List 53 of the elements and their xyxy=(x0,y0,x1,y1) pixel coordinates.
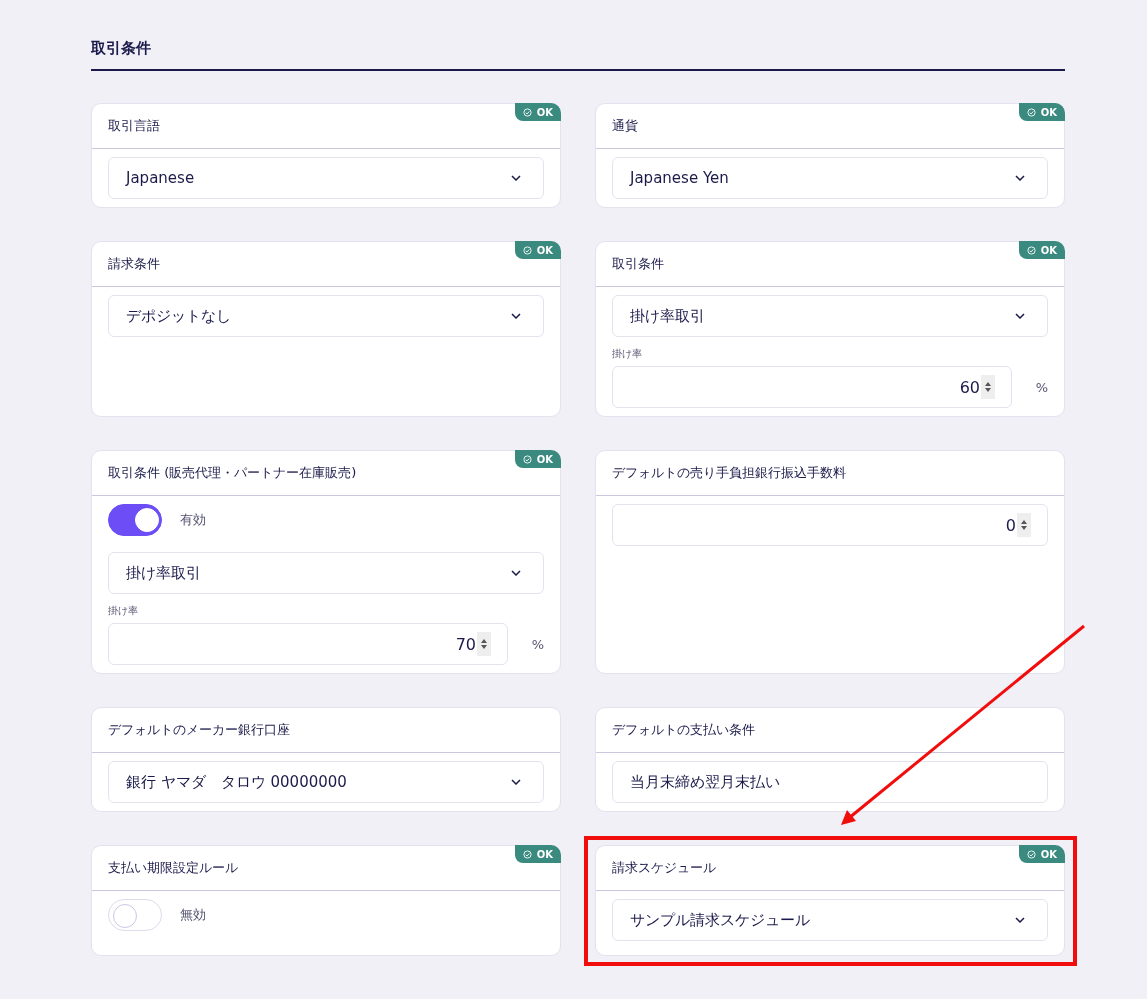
status-badge: OK xyxy=(514,241,561,259)
check-circle-icon xyxy=(1026,107,1036,117)
card-title: 請求スケジュール xyxy=(612,859,716,877)
status-badge: OK xyxy=(1018,103,1065,121)
card-title: 通貨 xyxy=(612,117,638,135)
field-label: 掛け率 xyxy=(612,347,643,361)
card-title: 取引条件 xyxy=(612,255,664,273)
spinner-icon[interactable] xyxy=(981,375,995,399)
check-circle-icon xyxy=(1026,245,1036,255)
toggle-label: 無効 xyxy=(180,906,206,924)
field-label: 掛け率 xyxy=(108,604,139,618)
dropdown[interactable]: 銀行 ヤマダ タロウ 00000000 xyxy=(108,761,544,803)
spinner-icon[interactable] xyxy=(477,632,491,656)
number-field[interactable]: 60 xyxy=(612,366,1012,408)
number-field[interactable]: 0 xyxy=(612,504,1048,546)
status-badge: OK xyxy=(514,450,561,468)
card-title: デフォルトのメーカー銀行口座 xyxy=(108,721,290,739)
caret-icon xyxy=(1015,175,1025,181)
status-badge: OK xyxy=(514,845,561,863)
caret-icon xyxy=(511,313,521,319)
dropdown[interactable]: 掛け率取引 xyxy=(108,552,544,594)
dropdown[interactable]: 掛け率取引 xyxy=(612,295,1048,337)
card-title: 請求条件 xyxy=(108,255,160,273)
card-title: デフォルトの支払い条件 xyxy=(612,721,755,739)
text-field[interactable]: 当月末締め翌月末払い xyxy=(612,761,1048,803)
dropdown[interactable]: サンプル請求スケジュール xyxy=(612,899,1048,941)
card-title: 取引条件 (販売代理・パートナー在庫販売) xyxy=(108,464,357,482)
caret-icon xyxy=(511,570,521,576)
card-title: 取引言語 xyxy=(108,117,160,135)
dropdown[interactable]: Japanese xyxy=(108,157,544,199)
number-field[interactable]: 70 xyxy=(108,623,508,665)
dropdown[interactable]: Japanese Yen xyxy=(612,157,1048,199)
dropdown[interactable]: デポジットなし xyxy=(108,295,544,337)
status-badge: OK xyxy=(1018,241,1065,259)
check-circle-icon xyxy=(522,849,532,859)
status-badge: OK xyxy=(514,103,561,121)
check-circle-icon xyxy=(522,245,532,255)
toggle-label: 有効 xyxy=(180,511,206,529)
check-circle-icon xyxy=(522,454,532,464)
status-badge: OK xyxy=(1018,845,1065,863)
card-title: デフォルトの売り手負担銀行振込手数料 xyxy=(612,464,846,482)
caret-icon xyxy=(1015,917,1025,923)
check-circle-icon xyxy=(522,107,532,117)
caret-icon xyxy=(1015,313,1025,319)
check-circle-icon xyxy=(1026,849,1036,859)
unit-label: % xyxy=(530,636,544,652)
toggle-switch[interactable] xyxy=(108,504,162,536)
spinner-icon[interactable] xyxy=(1017,513,1031,537)
caret-icon xyxy=(511,779,521,785)
card-title: 支払い期限設定ルール xyxy=(108,859,238,877)
section-title: 取引条件 xyxy=(91,38,152,59)
unit-label: % xyxy=(1034,379,1048,395)
caret-icon xyxy=(511,175,521,181)
